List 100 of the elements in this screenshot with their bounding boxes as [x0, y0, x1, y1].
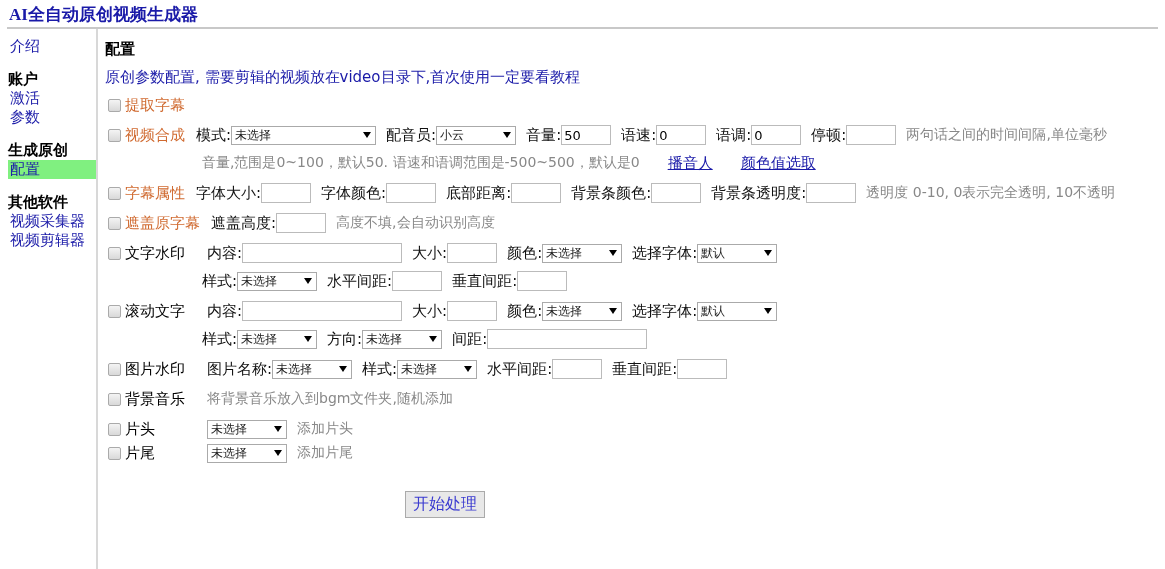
input-field[interactable] — [447, 243, 498, 263]
field-label: 间距: — [452, 329, 488, 349]
nav-link[interactable]: 激活 — [8, 89, 96, 108]
field-label: 大小: — [412, 301, 448, 321]
help-link[interactable]: 播音人 — [667, 153, 713, 173]
checkbox[interactable] — [108, 98, 121, 112]
dropdown[interactable]: 小云 — [436, 125, 517, 145]
field-label: 样式: — [362, 359, 398, 379]
checkbox[interactable] — [108, 246, 121, 260]
field-label: 字体大小: — [196, 183, 262, 203]
option-link[interactable]: 遮盖原字幕 — [125, 213, 200, 233]
checkbox[interactable] — [108, 304, 121, 318]
option-link[interactable]: 字幕属性 — [125, 183, 185, 203]
input-field[interactable]: 0 — [751, 125, 802, 145]
dropdown[interactable]: 默认 — [697, 301, 778, 321]
input-field[interactable]: 0 — [656, 125, 707, 145]
dropdown[interactable]: 未选择 — [207, 419, 287, 439]
hint-text: 添加片尾 — [297, 444, 353, 462]
nav-link[interactable]: 配置 — [8, 160, 96, 179]
field-label: 音量: — [526, 125, 562, 145]
field-label: 水平间距: — [327, 271, 393, 291]
input-field[interactable] — [261, 183, 312, 203]
nav-link[interactable]: 介绍 — [8, 37, 96, 56]
dropdown[interactable]: 未选择 — [542, 301, 623, 321]
page-title: 配置 — [105, 39, 136, 59]
field-label: 遮盖高度: — [211, 213, 277, 233]
caret-icon — [274, 450, 282, 456]
dropdown[interactable]: 未选择 — [231, 125, 377, 145]
field-label: 字体颜色: — [321, 183, 387, 203]
hint-text: 透明度 0-10, 0表示完全透明, 10不透明 — [866, 184, 1116, 202]
field-label: 模式: — [196, 125, 232, 145]
field-label: 背景条颜色: — [571, 183, 652, 203]
field-label: 选择字体: — [632, 301, 698, 321]
input-field[interactable] — [242, 301, 403, 321]
option-label: 文字水印 — [125, 243, 186, 263]
start-button[interactable]: 开始处理 — [405, 491, 485, 518]
checkbox[interactable] — [108, 216, 121, 230]
checkbox[interactable] — [108, 128, 121, 142]
input-field[interactable] — [651, 183, 702, 203]
field-label: 样式: — [202, 271, 238, 291]
checkbox[interactable] — [108, 392, 121, 406]
option-label: 片头 — [125, 419, 156, 439]
checkbox[interactable] — [108, 362, 121, 376]
caret-icon — [304, 336, 313, 342]
input-field[interactable] — [806, 183, 857, 203]
caret-icon — [609, 250, 618, 256]
dropdown[interactable]: 未选择 — [397, 359, 478, 379]
dropdown[interactable]: 未选择 — [207, 443, 287, 463]
hint-text: 将背景音乐放入到bgm文件夹,随机添加 — [207, 390, 453, 408]
help-link[interactable]: 颜色值选取 — [740, 153, 816, 173]
field-label: 图片名称: — [207, 359, 273, 379]
section-heading: 账户 — [8, 70, 39, 89]
nav-link[interactable]: 视频采集器 — [8, 212, 96, 231]
field-label: 配音员: — [386, 125, 437, 145]
caret-icon — [609, 308, 618, 314]
app-title: AI全自动原创视频生成器 — [9, 5, 198, 24]
nav-link[interactable]: 参数 — [8, 108, 96, 127]
field-label: 选择字体: — [632, 243, 698, 263]
input-field[interactable] — [677, 359, 728, 379]
nav-link[interactable]: 视频剪辑器 — [8, 231, 96, 250]
field-label: 背景条透明度: — [711, 183, 807, 203]
option-link[interactable]: 提取字幕 — [125, 95, 185, 115]
option-link[interactable]: 视频合成 — [125, 125, 185, 145]
input-field[interactable] — [511, 183, 562, 203]
dropdown[interactable]: 未选择 — [237, 329, 318, 349]
caret-icon — [764, 308, 773, 314]
checkbox[interactable] — [108, 446, 121, 460]
field-label: 垂直间距: — [452, 271, 518, 291]
input-field[interactable]: 50 — [561, 125, 612, 145]
input-field[interactable] — [517, 271, 568, 291]
option-label: 背景音乐 — [125, 389, 186, 409]
input-field[interactable] — [392, 271, 443, 291]
hint-text: 音量,范围是0~100，默认50. 语速和语调范围是-500~500，默认是0 — [202, 154, 640, 172]
input-field[interactable] — [386, 183, 437, 203]
caret-icon — [339, 366, 348, 372]
field-label: 底部距离: — [446, 183, 512, 203]
input-field[interactable] — [846, 125, 897, 145]
dropdown[interactable]: 默认 — [697, 243, 778, 263]
option-label: 片尾 — [125, 443, 156, 463]
input-field[interactable] — [276, 213, 327, 233]
dropdown[interactable]: 未选择 — [362, 329, 443, 349]
checkbox[interactable] — [108, 186, 121, 200]
hint-text: 高度不填,会自动识别高度 — [336, 214, 495, 232]
input-field[interactable] — [242, 243, 403, 263]
checkbox[interactable] — [108, 422, 121, 436]
hint-text: 两句话之间的时间间隔,单位毫秒 — [906, 126, 1107, 144]
option-label: 图片水印 — [125, 359, 186, 379]
field-label: 颜色: — [507, 301, 543, 321]
field-label: 语速: — [621, 125, 657, 145]
dropdown[interactable]: 未选择 — [272, 359, 353, 379]
dropdown[interactable]: 未选择 — [542, 243, 623, 263]
dropdown[interactable]: 未选择 — [237, 271, 318, 291]
caret-icon — [429, 336, 438, 342]
caret-icon — [274, 426, 282, 432]
input-field[interactable] — [487, 329, 648, 349]
field-label: 垂直间距: — [612, 359, 678, 379]
input-field[interactable] — [447, 301, 498, 321]
input-field[interactable] — [552, 359, 603, 379]
caret-icon — [304, 278, 313, 284]
intro-text: 原创参数配置, 需要剪辑的视频放在video目录下,首次使用一定要看教程 — [105, 67, 582, 87]
